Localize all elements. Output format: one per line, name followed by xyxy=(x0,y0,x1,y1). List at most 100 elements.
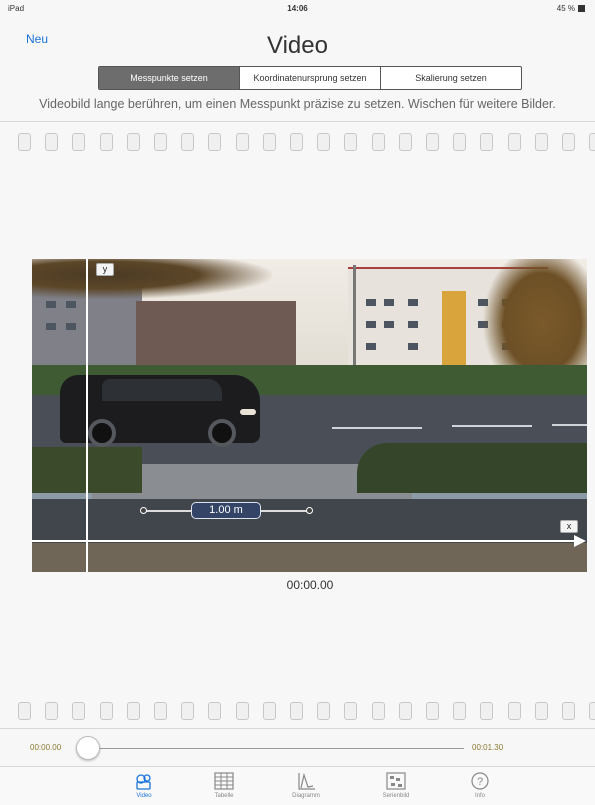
tab-video[interactable]: Video xyxy=(114,767,174,805)
film-perforation-hole xyxy=(453,133,467,151)
film-perforation-hole xyxy=(534,702,548,720)
x-axis-label: x xyxy=(560,520,578,533)
scale-length-label[interactable]: 1.00 m xyxy=(191,502,261,519)
timeline-end-time: 00:01.30 xyxy=(472,743,504,752)
film-perforation-hole xyxy=(317,133,331,151)
x-axis-line[interactable] xyxy=(32,540,580,542)
scale-handle-right[interactable] xyxy=(306,507,313,514)
film-perforation-hole xyxy=(18,133,31,151)
film-perforation-hole xyxy=(507,702,521,720)
film-perforation-hole xyxy=(480,702,494,720)
film-perforation-hole xyxy=(562,702,575,720)
page-title: Video xyxy=(267,32,328,59)
film-perforation-hole xyxy=(72,702,86,720)
tab-diagram[interactable]: Diagramm xyxy=(276,767,336,805)
video-window xyxy=(408,299,418,306)
film-perforation-hole xyxy=(398,702,412,720)
video-van-wheel xyxy=(208,419,236,447)
film-perforation-hole xyxy=(181,702,195,720)
mode-segmented-control: Messpunkte setzen Koordinatenursprung se… xyxy=(98,66,522,90)
film-perforation-bottom xyxy=(0,702,595,720)
battery-indicator: 45 % xyxy=(557,4,585,13)
film-perforation-hole xyxy=(235,702,249,720)
film-perforation-hole xyxy=(45,133,59,151)
tab-video-label: Video xyxy=(136,793,152,799)
divider xyxy=(0,121,595,122)
film-perforation-hole xyxy=(262,133,276,151)
segment-set-origin[interactable]: Koordinatenursprung setzen xyxy=(240,67,381,89)
film-perforation-hole xyxy=(371,702,385,720)
film-perforation-hole xyxy=(154,133,167,151)
status-bar: iPad 14:06 45 % xyxy=(0,0,595,18)
video-road-marking xyxy=(452,425,532,427)
video-curb xyxy=(32,543,587,572)
segment-set-measure-points[interactable]: Messpunkte setzen xyxy=(99,67,240,89)
tab-info-label: Info xyxy=(474,793,485,799)
video-window xyxy=(66,323,76,330)
tab-series-image[interactable]: Serienbild xyxy=(366,767,426,805)
film-perforation-hole xyxy=(426,133,439,151)
series-image-icon xyxy=(386,772,406,790)
video-window xyxy=(408,343,418,350)
tab-table[interactable]: Tabelle xyxy=(194,767,254,805)
film-perforation-hole xyxy=(154,702,167,720)
video-window xyxy=(366,343,376,350)
timeline-start-time: 00:00.00 xyxy=(30,743,62,752)
scale-handle-left[interactable] xyxy=(140,507,147,514)
film-perforation-hole xyxy=(18,702,31,720)
y-axis-line[interactable] xyxy=(86,259,88,572)
tab-table-label: Tabelle xyxy=(214,793,234,799)
video-van-headlight xyxy=(240,409,256,415)
film-perforation-hole xyxy=(562,133,575,151)
timeline-track[interactable] xyxy=(92,748,464,749)
tab-info[interactable]: ? Info xyxy=(450,767,510,805)
divider xyxy=(0,728,595,729)
film-perforation-hole xyxy=(480,133,494,151)
film-perforation-hole xyxy=(126,702,140,720)
film-perforation-hole xyxy=(45,702,59,720)
film-perforation-hole xyxy=(262,702,276,720)
chart-icon xyxy=(298,772,315,790)
video-window xyxy=(46,323,56,330)
film-perforation-hole xyxy=(426,702,439,720)
video-frame[interactable] xyxy=(32,259,587,572)
film-perforation-hole xyxy=(453,702,467,720)
video-van-wheel xyxy=(88,419,116,447)
tab-diagram-label: Diagramm xyxy=(292,793,320,799)
y-axis-label: y xyxy=(96,263,114,276)
film-perforation-hole xyxy=(208,133,222,151)
x-axis-arrow-icon xyxy=(574,535,586,547)
film-perforation-hole xyxy=(507,133,521,151)
segment-set-scale[interactable]: Skalierung setzen xyxy=(381,67,521,89)
film-perforation-hole xyxy=(126,133,140,151)
film-perforation-hole xyxy=(99,133,113,151)
clock: 14:06 xyxy=(287,4,308,13)
film-perforation-hole xyxy=(181,133,195,151)
film-perforation-hole xyxy=(344,133,358,151)
film-perforation-hole xyxy=(290,702,303,720)
film-perforation-hole xyxy=(589,133,595,151)
video-window xyxy=(408,321,418,328)
video-window xyxy=(66,301,76,308)
film-perforation-hole xyxy=(290,133,303,151)
video-road-marking xyxy=(552,424,587,426)
film-perforation-hole xyxy=(344,702,358,720)
table-icon xyxy=(214,772,234,790)
video-road-marking xyxy=(332,427,422,429)
timeline-knob[interactable] xyxy=(76,736,100,760)
battery-icon xyxy=(578,5,585,12)
battery-percent: 45 % xyxy=(556,4,575,13)
video-icon xyxy=(136,774,151,790)
svg-text:?: ? xyxy=(477,776,483,788)
instruction-hint: Videobild lange berühren, um einen Messp… xyxy=(39,97,556,111)
film-perforation-hole xyxy=(371,133,385,151)
frame-timecode: 00:00.00 xyxy=(286,578,334,592)
film-perforation-hole xyxy=(589,702,595,720)
video-hedge xyxy=(357,443,587,493)
film-perforation-hole xyxy=(99,702,113,720)
film-perforation-top xyxy=(0,133,595,151)
film-perforation-hole xyxy=(235,133,249,151)
video-window xyxy=(46,301,56,308)
film-perforation-hole xyxy=(72,133,86,151)
video-road xyxy=(32,499,587,544)
